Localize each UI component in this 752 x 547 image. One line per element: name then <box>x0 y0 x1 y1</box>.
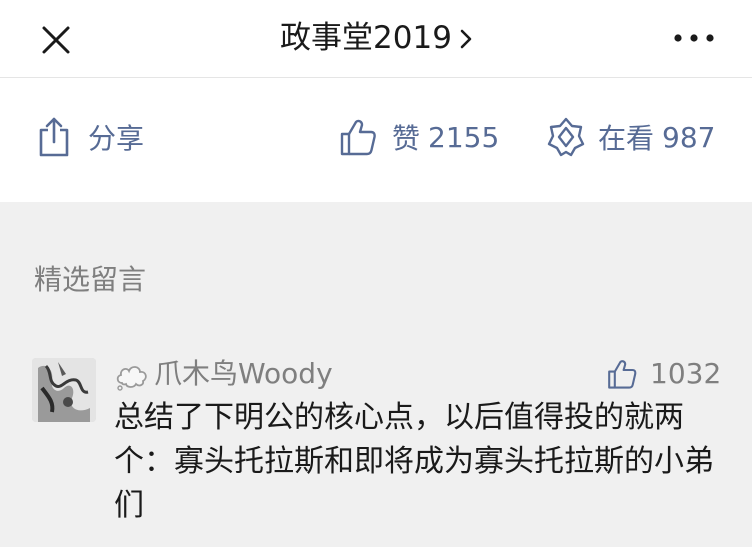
comment-text: 总结了下明公的核心点，以后值得投的就两个：寡头托拉斯和即将成为寡头托拉斯的小弟们 <box>114 400 714 523</box>
commenter-nickname[interactable]: 爪木鸟Woody <box>114 354 333 394</box>
comment-like-button[interactable]: 1032 <box>606 354 721 394</box>
account-title-button[interactable]: 政事堂2019 <box>0 18 752 58</box>
like-button[interactable]: 赞 2155 <box>338 112 499 162</box>
comment-like-count: 1032 <box>650 357 722 390</box>
avatar-image <box>32 358 96 422</box>
chevron-right-icon <box>460 29 472 49</box>
like-count: 2155 <box>428 120 500 154</box>
share-label: 分享 <box>88 122 145 155</box>
comments-section-title: 精选留言 <box>34 263 147 296</box>
more-icon[interactable] <box>672 28 716 48</box>
thumbs-up-icon <box>608 360 637 389</box>
share-icon <box>39 117 69 157</box>
cloud-badge-icon <box>116 366 147 391</box>
wow-star-icon <box>547 117 585 157</box>
nav-bar: 政事堂2019 <box>0 0 752 78</box>
wow-label: 在看 <box>598 122 655 155</box>
avatar[interactable] <box>32 358 96 422</box>
wow-count: 987 <box>662 120 716 154</box>
nickname-text: 爪木鸟Woody <box>154 357 333 390</box>
action-bar: 分享 赞 2155 在看 987 <box>0 78 752 202</box>
wow-button[interactable]: 在看 987 <box>546 112 715 162</box>
thumbs-up-icon <box>340 119 376 156</box>
like-label: 赞 <box>392 122 421 155</box>
share-button[interactable]: 分享 <box>36 112 144 162</box>
page-title: 政事堂2019 <box>280 20 452 56</box>
